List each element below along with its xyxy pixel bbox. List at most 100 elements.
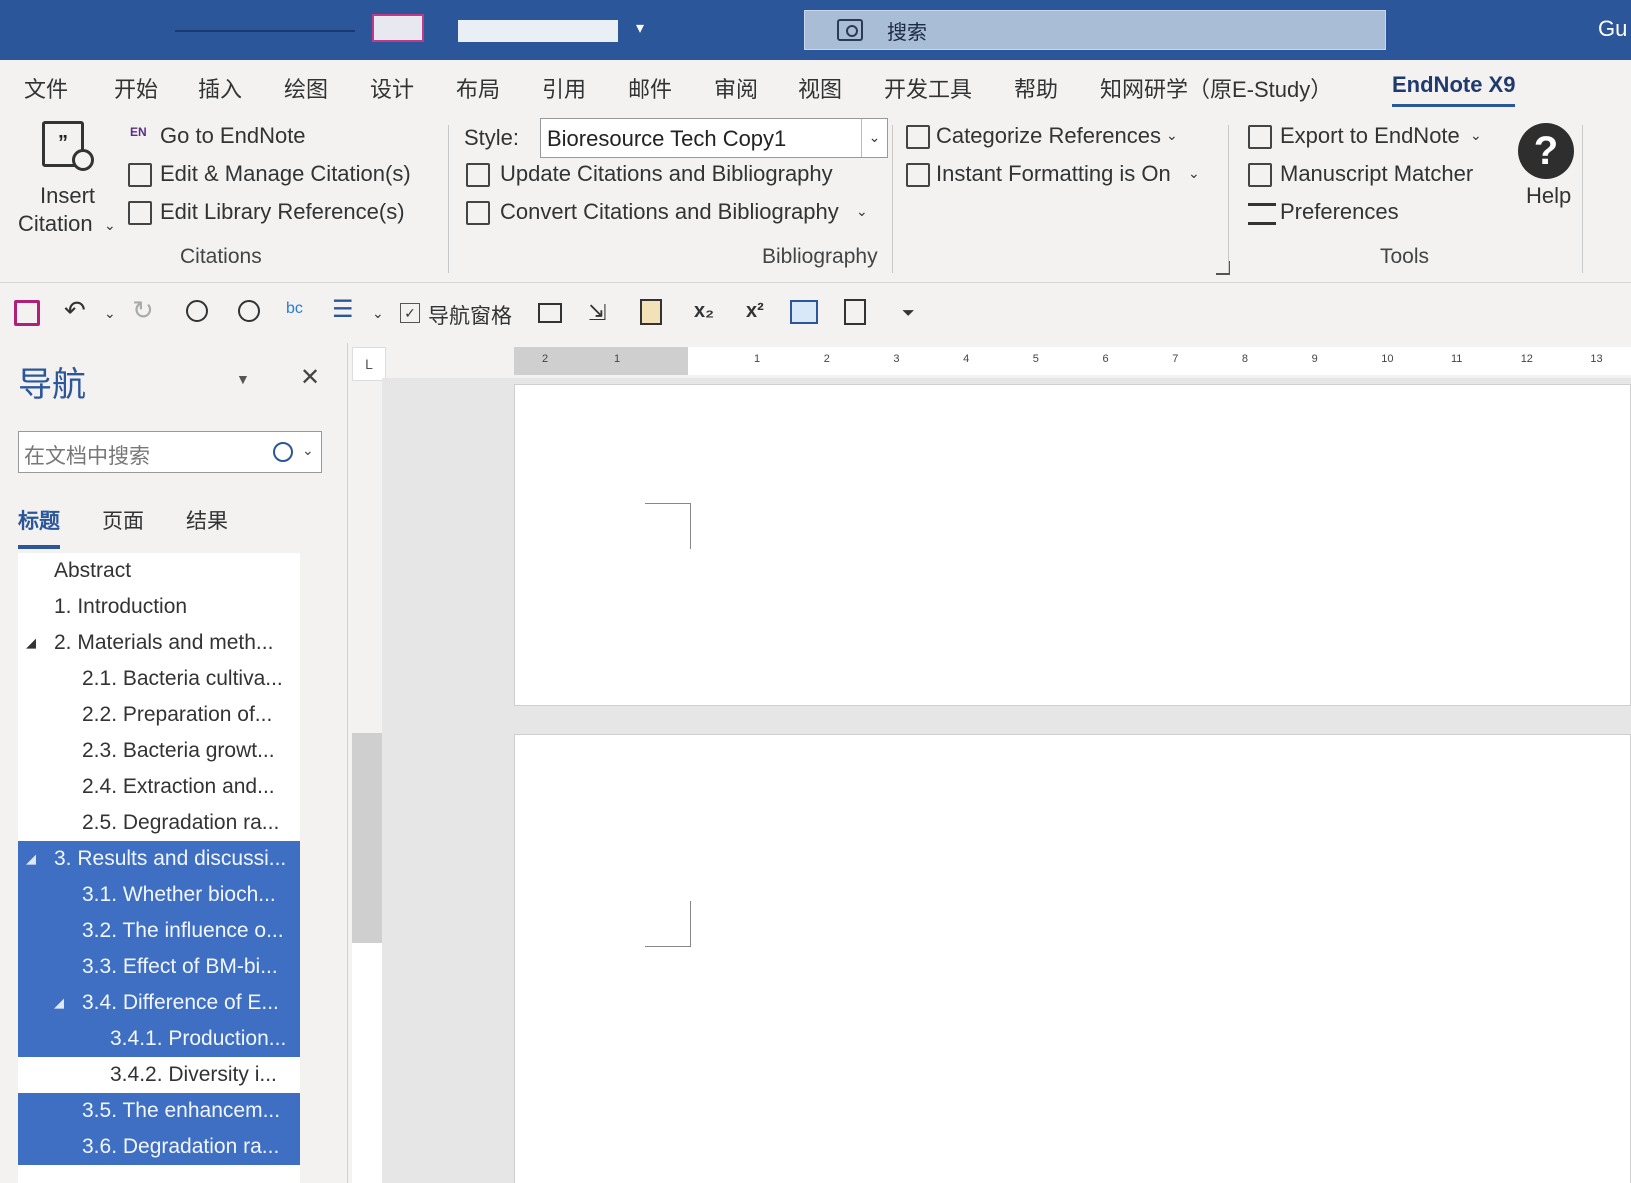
redo-icon[interactable]: ↻ <box>132 295 154 326</box>
chevron-down-icon[interactable]: ⌄ <box>104 305 116 322</box>
copy-format-icon[interactable] <box>844 299 866 325</box>
document-area[interactable] <box>382 378 1631 1183</box>
save-icon[interactable] <box>14 300 40 326</box>
tab-insert[interactable]: 插入 <box>198 72 242 104</box>
update-citations-button[interactable]: Update Citations and Bibliography <box>466 159 886 193</box>
nav-heading-item[interactable]: Abstract <box>18 553 300 589</box>
help-button[interactable]: ? Help <box>1500 115 1600 225</box>
chevron-down-icon[interactable]: ⌄ <box>861 119 887 157</box>
convert-citations-icon <box>466 201 490 225</box>
tab-help[interactable]: 帮助 <box>1014 72 1058 104</box>
find-icon[interactable] <box>186 300 208 322</box>
nav-heading-item[interactable]: 3.3. Effect of BM-bi... <box>18 949 300 985</box>
nav-heading-item[interactable]: 3.1. Whether bioch... <box>18 877 300 913</box>
instant-formatting-label: Instant Formatting is On <box>936 161 1171 186</box>
crop-mark <box>645 503 691 549</box>
line-spacing-icon[interactable]: ☰ <box>332 295 354 324</box>
nav-heading-item[interactable]: 3.5. The enhancem... <box>18 1093 300 1129</box>
tab-references[interactable]: 引用 <box>542 72 586 104</box>
merge-arrows-icon[interactable]: ⇲ <box>588 300 606 326</box>
comment-icon[interactable] <box>538 303 562 323</box>
horizontal-ruler-margin <box>514 347 688 375</box>
paste-icon[interactable] <box>640 299 662 325</box>
superscript-icon[interactable]: x² <box>746 300 764 323</box>
nav-heading-item[interactable]: 3.2. The influence o... <box>18 913 300 949</box>
convert-citations-button[interactable]: Convert Citations and Bibliography ⌄ <box>466 197 886 231</box>
ruler-number: 1 <box>614 353 621 365</box>
tab-home[interactable]: 开始 <box>114 72 158 104</box>
chevron-down-icon[interactable]: ⌄ <box>302 442 314 459</box>
search-icon[interactable] <box>238 300 260 322</box>
chevron-down-icon[interactable]: ⌄ <box>372 305 384 322</box>
document-search-input[interactable]: 在文档中搜索 ⌄ <box>18 431 322 473</box>
ruler-number: 6 <box>1102 353 1109 365</box>
endnote-icon: EN <box>130 125 147 139</box>
tab-selector[interactable]: L <box>352 347 386 381</box>
manuscript-matcher-button[interactable]: Manuscript Matcher <box>1248 159 1498 193</box>
nav-heading-item[interactable]: 2.5. Degradation ra... <box>18 805 300 841</box>
picture-icon[interactable] <box>790 300 818 324</box>
checkbox-icon[interactable]: ✓ <box>400 303 420 323</box>
search-icon[interactable] <box>273 442 293 462</box>
tab-layout[interactable]: 布局 <box>456 72 500 104</box>
save-icon[interactable] <box>372 14 424 42</box>
nav-heading-item[interactable]: 3.4.1. Production... <box>18 1021 300 1057</box>
search-box[interactable]: 搜索 <box>804 10 1386 50</box>
nav-heading-item[interactable]: ◢ 2. Materials and meth... <box>18 625 300 661</box>
user-account[interactable]: Gu <box>1598 16 1627 42</box>
tab-mailings[interactable]: 邮件 <box>628 72 672 104</box>
tab-draw[interactable]: 绘图 <box>284 72 328 104</box>
tab-pages[interactable]: 页面 <box>102 505 144 535</box>
nav-heading-item[interactable]: ◢ 3. Results and discussi... <box>18 841 300 877</box>
ruler-number: 12 <box>1520 353 1533 365</box>
instant-formatting-button[interactable]: Instant Formatting is On ⌄ <box>906 159 1206 193</box>
chevron-down-icon[interactable]: ▼ <box>236 371 250 387</box>
nav-heading-item[interactable]: 2.4. Extraction and... <box>18 769 300 805</box>
collapse-triangle-icon[interactable]: ◢ <box>26 625 36 661</box>
quick-access-icons[interactable] <box>458 20 618 42</box>
go-to-endnote-button[interactable]: EN Go to EndNote <box>128 121 428 155</box>
title-bar: ▾ 搜索 Gu <box>0 0 1631 60</box>
export-to-endnote-button[interactable]: Export to EndNote ⌄ <box>1248 121 1498 155</box>
tab-review[interactable]: 审阅 <box>714 72 758 104</box>
customize-qat-icon[interactable]: ▾ <box>636 18 644 38</box>
close-icon[interactable]: ✕ <box>300 363 320 392</box>
insert-citation-button[interactable]: ” Insert Citation ⌄ <box>14 119 124 237</box>
nav-heading-item[interactable]: 2.1. Bacteria cultiva... <box>18 661 300 697</box>
help-label: Help <box>1526 183 1572 208</box>
nav-heading-item[interactable]: ◢ 3.4. Difference of E... <box>18 985 300 1021</box>
tab-developer[interactable]: 开发工具 <box>884 72 972 104</box>
categorize-references-label: Categorize References <box>936 123 1162 148</box>
edit-manage-citations-button[interactable]: Edit & Manage Citation(s) <box>128 159 448 193</box>
nav-heading-item[interactable]: 2.2. Preparation of... <box>18 697 300 733</box>
nav-heading-item[interactable]: 3.4.2. Diversity i... <box>18 1057 300 1093</box>
style-select[interactable]: Bioresource Tech Copy1 ⌄ <box>540 118 888 158</box>
nav-heading-item[interactable]: 1. Introduction <box>18 589 300 625</box>
tab-results[interactable]: 结果 <box>186 505 228 535</box>
subscript-icon[interactable]: x₂ <box>694 300 714 323</box>
tab-view[interactable]: 视图 <box>798 72 842 104</box>
document-page[interactable] <box>514 734 1631 1183</box>
undo-icon[interactable]: ↶ <box>64 295 86 326</box>
ruler-number: 7 <box>1172 353 1179 365</box>
replace-icon[interactable]: b͏c <box>286 300 303 318</box>
tab-headings[interactable]: 标题 <box>18 505 60 549</box>
nav-pane-toggle[interactable]: 导航窗格 <box>428 300 512 330</box>
customize-toolbar-icon[interactable]: ⏷ <box>902 305 915 323</box>
collapse-triangle-icon[interactable]: ◢ <box>54 985 64 1021</box>
edit-library-reference-button[interactable]: Edit Library Reference(s) <box>128 197 448 231</box>
tab-endnote[interactable]: EndNote X9 <box>1392 72 1516 107</box>
horizontal-ruler[interactable]: 2 1 1 2 3 4 5 6 7 8 9 10 11 12 13 <box>514 347 1631 375</box>
tab-cnki-estudy[interactable]: 知网研学（原E-Study） <box>1100 72 1332 104</box>
citations-group-label: Citations <box>180 245 262 268</box>
tab-file[interactable]: 文件 <box>24 72 68 104</box>
nav-heading-item[interactable]: 3.6. Degradation ra... <box>18 1129 300 1165</box>
nav-heading-label: 2.3. Bacteria growt... <box>82 739 275 762</box>
document-page[interactable] <box>514 384 1631 706</box>
tab-design[interactable]: 设计 <box>370 72 414 104</box>
categorize-references-button[interactable]: Categorize References ⌄ <box>906 121 1206 155</box>
collapse-triangle-icon[interactable]: ◢ <box>26 841 36 877</box>
nav-heading-item[interactable]: 2.3. Bacteria growt... <box>18 733 300 769</box>
vertical-ruler: L <box>352 343 386 1183</box>
preferences-button[interactable]: Preferences <box>1248 197 1498 231</box>
